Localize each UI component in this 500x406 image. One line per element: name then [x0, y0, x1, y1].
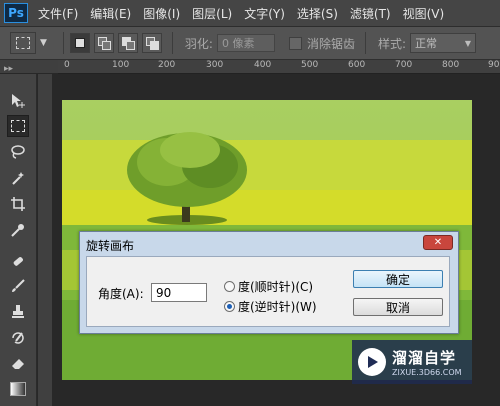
ruler-tick: 100 [112, 60, 130, 70]
watermark-url: ZIXUE.3D66.COM [392, 368, 462, 377]
options-bar: ▼ 羽化: 消除锯齿 样式: 正常 ▼ [0, 27, 500, 60]
subtract-from-selection-button[interactable] [117, 33, 138, 53]
tools-panel [0, 74, 37, 406]
clockwise-option[interactable]: 度(顺时针)(C) [224, 278, 313, 295]
menu-view[interactable]: 视图(V) [403, 5, 445, 22]
eraser-icon[interactable] [7, 352, 29, 374]
intersect-selection-icon [145, 37, 159, 50]
antialias-label: 消除锯齿 [306, 36, 355, 51]
ruler-tick: 500 [301, 60, 319, 70]
ruler-tick: 700 [395, 60, 413, 70]
ruler-corner: ▸▸ [0, 60, 58, 74]
intersect-selection-button[interactable] [141, 33, 162, 53]
counterclockwise-label: 度(逆时针)(W) [238, 300, 317, 314]
lasso-icon[interactable] [7, 141, 29, 163]
ok-button[interactable]: 确定 [353, 270, 443, 288]
collapse-panel-icon[interactable]: ▸▸ [4, 64, 13, 74]
clockwise-label: 度(顺时针)(C) [238, 280, 314, 294]
subtract-selection-icon [121, 37, 135, 50]
ruler-tick: 400 [254, 60, 272, 70]
rotate-canvas-dialog: 旋转画布 ✕ 角度(A): 度(顺时针)(C) 度(逆时针)(W) 确定 取消 [79, 231, 459, 334]
menu-image[interactable]: 图像(I) [143, 5, 180, 22]
menu-edit[interactable]: 编辑(E) [90, 5, 131, 22]
angle-label: 角度(A): [98, 287, 144, 301]
ruler-tick: 600 [348, 60, 366, 70]
rectangle-marquee-icon [16, 37, 30, 49]
style-select[interactable]: 正常 ▼ [410, 33, 477, 53]
angle-input[interactable] [151, 283, 207, 302]
crop-icon[interactable] [7, 193, 29, 215]
photoshop-logo: Ps [4, 3, 28, 23]
ruler-tick: 800 [442, 60, 460, 70]
chevron-down-icon: ▼ [464, 38, 472, 48]
brush-icon[interactable] [7, 275, 29, 297]
antialias-checkbox[interactable] [288, 36, 302, 50]
feather-label: 羽化: [184, 36, 213, 51]
menu-filter[interactable]: 滤镜(T) [350, 5, 391, 22]
dialog-body: 角度(A): 度(顺时针)(C) 度(逆时针)(W) 确定 取消 [86, 256, 450, 327]
menu-type[interactable]: 文字(Y) [244, 5, 285, 22]
separator [364, 32, 366, 54]
play-logo-icon [358, 348, 386, 376]
watermark-title: 溜溜自学 [392, 349, 457, 367]
menu-bar: Ps 文件(F) 编辑(E) 图像(I) 图层(L) 文字(Y) 选择(S) 滤… [0, 0, 500, 27]
style-value: 正常 [415, 37, 438, 50]
separator [171, 32, 173, 54]
clone-stamp-icon[interactable] [7, 301, 29, 323]
eyedropper-icon[interactable] [7, 219, 29, 241]
ruler-tick: 900 [488, 60, 500, 70]
separator [62, 32, 64, 54]
magic-wand-icon[interactable] [7, 167, 29, 189]
cancel-button[interactable]: 取消 [353, 298, 443, 316]
feather-input[interactable] [216, 34, 275, 52]
style-label: 样式: [377, 36, 407, 51]
clockwise-radio[interactable] [224, 281, 235, 292]
dialog-title: 旋转画布 [86, 239, 135, 253]
close-icon: ✕ [433, 237, 443, 248]
gradient-icon[interactable] [7, 378, 29, 400]
ruler-tick: 0 [64, 60, 70, 70]
horizontal-ruler[interactable]: 0 100 200 300 400 500 600 700 800 900 [58, 60, 500, 74]
rectangle-marquee-icon[interactable] [7, 115, 29, 137]
menu-select[interactable]: 选择(S) [297, 5, 338, 22]
close-button[interactable]: ✕ [423, 235, 453, 250]
counterclockwise-radio[interactable] [224, 301, 235, 312]
new-selection-icon [74, 38, 85, 48]
ruler-tick: 200 [158, 60, 176, 70]
menu-file[interactable]: 文件(F) [38, 5, 78, 22]
chevron-down-icon[interactable]: ▼ [40, 38, 47, 48]
new-selection-button[interactable] [69, 33, 90, 53]
add-selection-icon [97, 37, 111, 50]
tool-preset-picker[interactable] [10, 32, 36, 54]
healing-brush-icon[interactable] [7, 250, 29, 272]
move-tool-icon[interactable] [7, 90, 29, 112]
menu-layer[interactable]: 图层(L) [192, 5, 232, 22]
add-to-selection-button[interactable] [93, 33, 114, 53]
counterclockwise-option[interactable]: 度(逆时针)(W) [224, 298, 317, 315]
watermark: 溜溜自学 ZIXUE.3D66.COM [352, 340, 472, 384]
history-brush-icon[interactable] [7, 327, 29, 349]
vertical-ruler[interactable] [38, 74, 52, 406]
ruler-tick: 300 [206, 60, 224, 70]
